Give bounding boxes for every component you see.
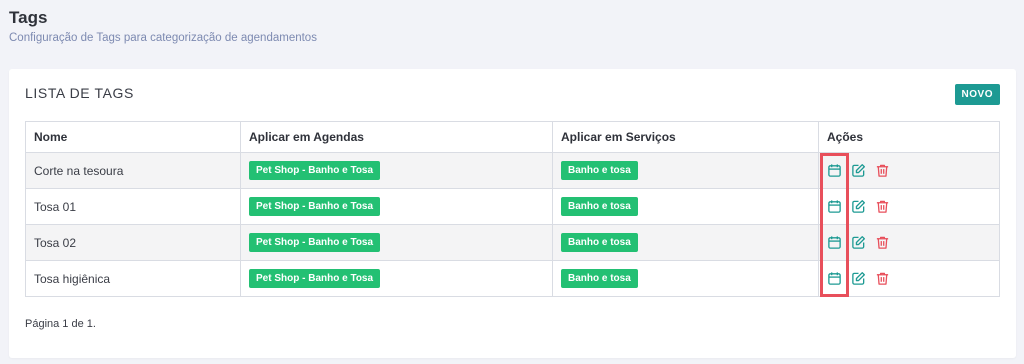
trash-icon[interactable] xyxy=(875,163,890,178)
page-header: Tags Configuração de Tags para categoriz… xyxy=(9,7,317,44)
tag-name: Tosa 01 xyxy=(25,188,241,225)
page-title: Tags xyxy=(9,8,48,27)
agenda-badge: Pet Shop - Banho e Tosa xyxy=(249,269,381,288)
servico-cell: Banho e tosa xyxy=(552,224,819,261)
new-tag-button[interactable]: NOVO xyxy=(954,84,1000,105)
edit-icon[interactable] xyxy=(851,271,866,286)
agenda-cell: Pet Shop - Banho e Tosa xyxy=(240,260,553,297)
agenda-badge: Pet Shop - Banho e Tosa xyxy=(249,197,381,216)
row-actions xyxy=(827,235,991,250)
table-row: Tosa higiênica Pet Shop - Banho e Tosa Ban… xyxy=(25,260,1000,297)
agenda-cell: Pet Shop - Banho e Tosa xyxy=(240,152,553,189)
servico-badge: Banho e tosa xyxy=(561,269,638,288)
column-header-agendas[interactable]: Aplicar em Agendas xyxy=(240,121,553,153)
calendar-icon[interactable] xyxy=(827,199,842,214)
tags-card: LISTA DE TAGS NOVO Nome Aplicar em Agend… xyxy=(9,69,1016,358)
actions-cell xyxy=(818,224,1000,261)
actions-cell xyxy=(818,188,1000,225)
column-header-servicos[interactable]: Aplicar em Serviços xyxy=(552,121,819,153)
agenda-badge: Pet Shop - Banho e Tosa xyxy=(249,161,381,180)
servico-cell: Banho e tosa xyxy=(552,152,819,189)
actions-cell xyxy=(818,152,1000,189)
agenda-badge: Pet Shop - Banho e Tosa xyxy=(249,233,381,252)
agenda-cell: Pet Shop - Banho e Tosa xyxy=(240,188,553,225)
table-header-row: Nome Aplicar em Agendas Aplicar em Servi… xyxy=(25,121,1000,153)
row-actions xyxy=(827,163,991,178)
servico-badge: Banho e tosa xyxy=(561,197,638,216)
trash-icon[interactable] xyxy=(875,199,890,214)
tag-name: Corte na tesoura xyxy=(25,152,241,189)
row-actions xyxy=(827,199,991,214)
trash-icon[interactable] xyxy=(875,271,890,286)
tags-table: Nome Aplicar em Agendas Aplicar em Servi… xyxy=(25,121,1000,297)
servico-badge: Banho e tosa xyxy=(561,233,638,252)
row-actions xyxy=(827,271,991,286)
page-subtitle: Configuração de Tags para categorização … xyxy=(9,32,317,44)
table-row: Corte na tesoura Pet Shop - Banho e Tosa B… xyxy=(25,152,1000,189)
edit-icon[interactable] xyxy=(851,199,866,214)
table-row: Tosa 02 Pet Shop - Banho e Tosa Banho e to… xyxy=(25,224,1000,261)
calendar-icon[interactable] xyxy=(827,163,842,178)
calendar-icon[interactable] xyxy=(827,235,842,250)
actions-cell xyxy=(818,260,1000,297)
pagination-info: Página 1 de 1. xyxy=(25,318,96,330)
column-header-acoes: Ações xyxy=(818,121,1000,153)
edit-icon[interactable] xyxy=(851,163,866,178)
column-header-nome[interactable]: Nome xyxy=(25,121,241,153)
calendar-icon[interactable] xyxy=(827,271,842,286)
agenda-cell: Pet Shop - Banho e Tosa xyxy=(240,224,553,261)
table-row: Tosa 01 Pet Shop - Banho e Tosa Banho e to… xyxy=(25,188,1000,225)
tag-name: Tosa higiênica xyxy=(25,260,241,297)
card-title: LISTA DE TAGS xyxy=(25,85,134,101)
servico-badge: Banho e tosa xyxy=(561,161,638,180)
tag-name: Tosa 02 xyxy=(25,224,241,261)
servico-cell: Banho e tosa xyxy=(552,188,819,225)
servico-cell: Banho e tosa xyxy=(552,260,819,297)
trash-icon[interactable] xyxy=(875,235,890,250)
edit-icon[interactable] xyxy=(851,235,866,250)
